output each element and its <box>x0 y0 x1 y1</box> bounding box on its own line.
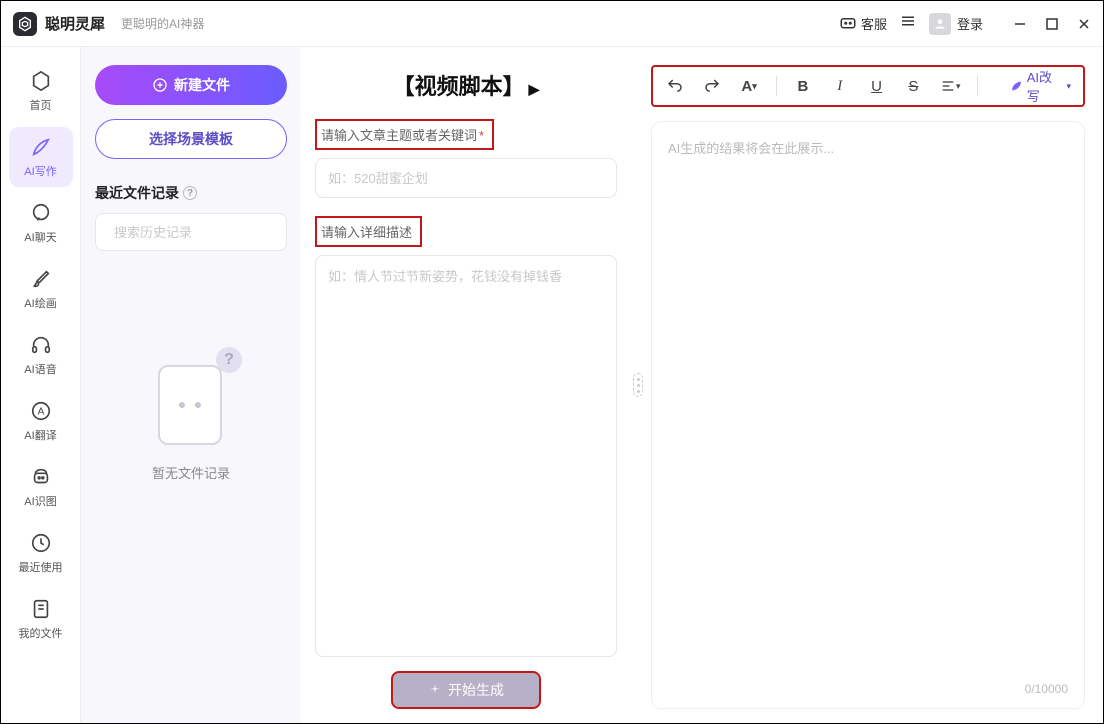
select-template-label: 选择场景模板 <box>149 129 233 149</box>
undo-button[interactable] <box>665 75 686 97</box>
empty-state: ? 暂无文件记录 <box>95 351 287 482</box>
editor-toolbar: A▾ B I U S ▾ AI改写 ▾ <box>651 65 1085 107</box>
translate-icon: A <box>29 399 53 423</box>
sidebar-label: AI绘画 <box>24 295 56 311</box>
sidebar-item-chat[interactable]: AI聊天 <box>9 193 73 253</box>
logo-icon <box>13 12 37 36</box>
sidebar-label: AI聊天 <box>24 229 56 245</box>
resize-handle[interactable] <box>631 47 645 723</box>
help-icon[interactable]: ? <box>183 186 197 200</box>
image-icon <box>29 465 53 489</box>
empty-text: 暂无文件记录 <box>152 463 230 482</box>
topic-input[interactable] <box>315 158 617 198</box>
sidebar-item-recent[interactable]: 最近使用 <box>9 523 73 583</box>
detail-label: 请输入详细描述 <box>315 216 422 247</box>
clock-icon <box>29 531 53 555</box>
app-title: 聪明灵犀 <box>45 13 105 34</box>
text-color-button[interactable]: A▾ <box>739 75 760 97</box>
sparkle-icon <box>428 683 442 697</box>
close-button[interactable] <box>1077 17 1091 31</box>
sidebar-label: 最近使用 <box>19 559 63 575</box>
play-icon[interactable]: ▶ <box>529 81 540 97</box>
sidebar-item-write[interactable]: AI写作 <box>9 127 73 187</box>
maximize-button[interactable] <box>1045 17 1059 31</box>
chat-icon <box>839 15 857 33</box>
redo-button[interactable] <box>702 75 723 97</box>
kefu-label: 客服 <box>861 14 887 33</box>
underline-button[interactable]: U <box>866 75 887 97</box>
leaf-icon <box>1010 79 1023 93</box>
page-title: 【视频脚本】▶ <box>315 69 617 101</box>
detail-textarea[interactable] <box>315 255 617 657</box>
generate-label: 开始生成 <box>448 680 504 700</box>
sidebar-item-voice[interactable]: AI语音 <box>9 325 73 385</box>
align-icon <box>940 78 956 94</box>
char-counter: 0/10000 <box>1025 682 1068 696</box>
sidebar: 首页 AI写作 AI聊天 AI绘画 AI语音 A AI翻译 AI识图 最近使用 <box>1 47 81 723</box>
login-button[interactable]: 登录 <box>929 13 983 35</box>
sidebar-item-paint[interactable]: AI绘画 <box>9 259 73 319</box>
select-template-button[interactable]: 选择场景模板 <box>95 119 287 159</box>
home-icon <box>29 69 53 93</box>
italic-button[interactable]: I <box>829 75 850 97</box>
undo-icon <box>666 77 684 95</box>
align-button[interactable]: ▾ <box>940 75 961 97</box>
output-area[interactable]: AI生成的结果将会在此展示... 0/10000 <box>651 121 1085 709</box>
sidebar-item-translate[interactable]: A AI翻译 <box>9 391 73 451</box>
sidebar-label: AI写作 <box>24 163 56 179</box>
ai-rewrite-button[interactable]: AI改写 ▾ <box>1010 67 1071 105</box>
search-input[interactable] <box>114 225 290 240</box>
hamburger-icon <box>899 12 917 30</box>
sidebar-label: 我的文件 <box>19 625 63 641</box>
minimize-button[interactable] <box>1013 17 1027 31</box>
strikethrough-button[interactable]: S <box>903 75 924 97</box>
pen-icon <box>29 135 53 159</box>
login-label: 登录 <box>957 14 983 33</box>
brush-icon <box>29 267 53 291</box>
customer-service-button[interactable]: 客服 <box>839 14 887 33</box>
avatar-icon <box>929 13 951 35</box>
generate-button[interactable]: 开始生成 <box>391 671 541 709</box>
sidebar-item-myfiles[interactable]: 我的文件 <box>9 589 73 649</box>
sidebar-item-ocr[interactable]: AI识图 <box>9 457 73 517</box>
svg-text:A: A <box>37 407 44 418</box>
sidebar-item-home[interactable]: 首页 <box>9 61 73 121</box>
file-panel: 新建文件 选择场景模板 最近文件记录 ? ? 暂无文件记录 <box>81 47 301 723</box>
empty-illustration: ? <box>146 351 236 451</box>
plus-circle-icon <box>152 77 168 93</box>
recent-files-heading: 最近文件记录 ? <box>95 183 287 203</box>
new-file-button[interactable]: 新建文件 <box>95 65 287 105</box>
redo-icon <box>703 77 721 95</box>
sidebar-label: AI翻译 <box>24 427 56 443</box>
new-file-label: 新建文件 <box>174 75 230 95</box>
menu-button[interactable] <box>899 12 917 35</box>
chat-icon <box>29 201 53 225</box>
headphone-icon <box>29 333 53 357</box>
sidebar-label: 首页 <box>30 97 52 113</box>
sidebar-label: AI识图 <box>24 493 56 509</box>
file-icon <box>29 597 53 621</box>
output-column: A▾ B I U S ▾ AI改写 ▾ AI生成的结果将会在此展示... 0/1… <box>645 47 1103 723</box>
bold-button[interactable]: B <box>792 75 813 97</box>
app-logo: 聪明灵犀 更聪明的AI神器 <box>13 12 204 36</box>
editor-column: 【视频脚本】▶ 请输入文章主题或者关键词* 请输入详细描述 开始生成 <box>301 47 631 723</box>
app-subtitle: 更聪明的AI神器 <box>121 15 204 32</box>
titlebar: 聪明灵犀 更聪明的AI神器 客服 登录 <box>1 1 1103 47</box>
search-box[interactable] <box>95 213 287 251</box>
output-placeholder: AI生成的结果将会在此展示... <box>668 138 1068 157</box>
topic-label: 请输入文章主题或者关键词* <box>315 119 494 150</box>
sidebar-label: AI语音 <box>24 361 56 377</box>
